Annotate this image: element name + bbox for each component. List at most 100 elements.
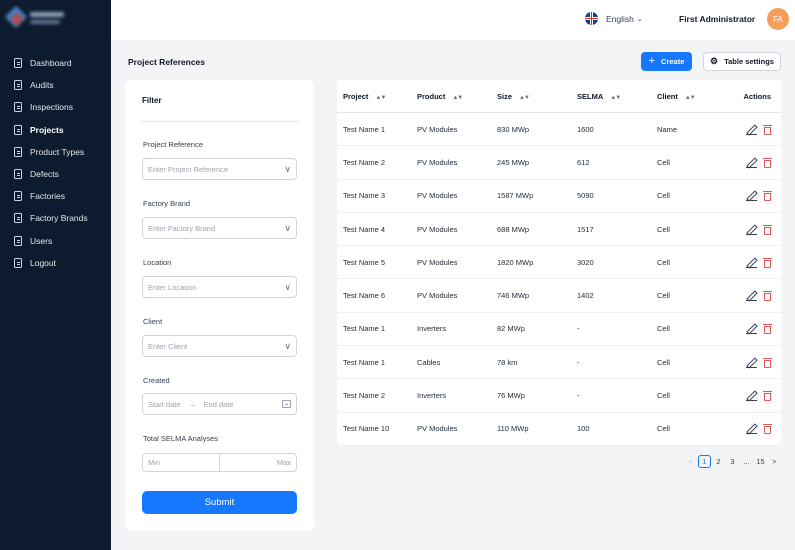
selma-min-input[interactable]: Min xyxy=(143,454,220,471)
table-row[interactable]: Test Name 6 PV Modules 746 MWp 1402 Cell xyxy=(337,279,781,313)
sidebar-item-audits[interactable]: Audits xyxy=(0,74,111,96)
filter-panel: Filter Project Reference Enter Project R… xyxy=(125,80,314,531)
page-button[interactable]: 1 xyxy=(698,455,711,468)
document-icon xyxy=(14,191,22,202)
trash-icon[interactable] xyxy=(763,357,772,368)
next-page-button[interactable]: > xyxy=(768,455,781,468)
selma-max-input[interactable]: Max xyxy=(220,454,296,471)
cell-client: Cell xyxy=(657,391,670,401)
start-date-input[interactable]: Start date xyxy=(148,400,181,409)
sidebar-item-label: Inspections xyxy=(30,102,73,113)
logo xyxy=(4,5,68,32)
column-label: SELMA xyxy=(577,91,604,101)
trash-icon[interactable] xyxy=(763,157,772,168)
table-row[interactable]: Test Name 1 Cables 78 km - Cell xyxy=(337,346,781,380)
table-settings-button[interactable]: ⚙ Table settings xyxy=(703,52,781,71)
table-settings-label: Table settings xyxy=(724,57,774,66)
sidebar-item-projects[interactable]: Projects xyxy=(0,119,111,141)
cell-selma: - xyxy=(577,357,580,367)
cell-client: Cell xyxy=(657,324,670,334)
edit-icon[interactable] xyxy=(746,257,757,268)
location-select[interactable]: Enter Location ∨ xyxy=(142,276,297,298)
avatar[interactable]: FA xyxy=(767,8,789,30)
sidebar-item-logout[interactable]: Logout xyxy=(0,252,111,274)
cell-project: Test Name 1 xyxy=(343,357,386,367)
row-actions xyxy=(737,290,781,302)
create-button[interactable]: + Create xyxy=(641,52,692,71)
trash-icon[interactable] xyxy=(763,190,772,202)
trash-icon[interactable] xyxy=(763,323,772,335)
table-row[interactable]: Test Name 1 Inverters 82 MWp - Cell xyxy=(337,313,781,347)
location-placeholder: Enter Location xyxy=(148,282,197,292)
edit-icon[interactable] xyxy=(746,323,757,335)
sort-icon: ▲▼ xyxy=(684,94,696,101)
sidebar-item-label: Audits xyxy=(30,80,54,91)
edit-icon[interactable] xyxy=(746,190,757,202)
edit-icon[interactable] xyxy=(746,290,757,302)
create-button-label: Create xyxy=(661,57,685,66)
column-header-size[interactable]: Size ▲▼ xyxy=(497,92,577,101)
column-label: Project xyxy=(343,91,369,101)
table-row[interactable]: Test Name 10 PV Modules 110 MWp 100 Cell xyxy=(337,413,781,446)
trash-icon[interactable] xyxy=(763,423,772,435)
cell-project: Test Name 1 xyxy=(343,324,386,334)
column-header-client[interactable]: Client ▲▼ xyxy=(657,92,737,101)
trash-icon[interactable] xyxy=(763,390,772,402)
sidebar-item-label: Users xyxy=(30,235,53,246)
cell-selma: - xyxy=(577,324,580,334)
pagination-ellipsis[interactable]: ... xyxy=(740,455,753,468)
trash-icon[interactable] xyxy=(763,224,772,235)
cell-product: Cables xyxy=(417,357,441,367)
column-header-selma[interactable]: SELMA ▲▼ xyxy=(577,92,657,101)
document-icon xyxy=(14,80,22,91)
table-row[interactable]: Test Name 4 PV Modules 688 MWp 1517 Cell xyxy=(337,213,781,247)
trash-icon[interactable] xyxy=(763,124,772,135)
table-row[interactable]: Test Name 2 PV Modules 245 MWp 612 Cell xyxy=(337,146,781,180)
page-button[interactable]: 15 xyxy=(754,455,767,468)
table-row[interactable]: Test Name 5 PV Modules 1820 MWp 3020 Cell xyxy=(337,246,781,280)
submit-button[interactable]: Submit xyxy=(142,491,297,514)
created-date-range[interactable]: Start date → End date xyxy=(142,393,297,415)
table-row[interactable]: Test Name 2 Inverters 76 MWp - Cell xyxy=(337,379,781,413)
sidebar-item-product-types[interactable]: Product Types xyxy=(0,141,111,163)
trash-icon[interactable] xyxy=(763,257,772,268)
user-name: First Administrator xyxy=(679,14,756,24)
language-selector[interactable]: English ⌄ xyxy=(585,12,643,25)
trash-icon[interactable] xyxy=(763,290,772,302)
cell-project: Test Name 6 xyxy=(343,291,386,301)
row-actions xyxy=(737,323,781,335)
end-date-input[interactable]: End date xyxy=(204,400,234,409)
edit-icon[interactable] xyxy=(746,124,757,135)
edit-icon[interactable] xyxy=(746,157,757,168)
cell-selma: 1517 xyxy=(577,224,594,234)
sidebar-item-factories[interactable]: Factories xyxy=(0,185,111,207)
cell-product: PV Modules xyxy=(417,424,458,434)
page-button[interactable]: 2 xyxy=(712,455,725,468)
edit-icon[interactable] xyxy=(746,423,757,435)
sidebar-item-inspections[interactable]: Inspections xyxy=(0,96,111,118)
client-label: Client xyxy=(143,317,163,326)
column-header-project[interactable]: Project ▲▼ xyxy=(337,92,417,101)
sidebar-item-dashboard[interactable]: Dashboard xyxy=(0,52,111,74)
cell-client: Name xyxy=(657,124,678,134)
arrow-right-icon: → xyxy=(187,399,197,409)
sidebar-item-label: Factory Brands xyxy=(30,213,88,224)
edit-icon[interactable] xyxy=(746,224,757,235)
client-select[interactable]: Enter Client ∨ xyxy=(142,335,297,357)
table-row[interactable]: Test Name 1 PV Modules 830 MWp 1600 Name xyxy=(337,113,781,147)
edit-icon[interactable] xyxy=(746,357,757,368)
column-header-product[interactable]: Product ▲▼ xyxy=(417,92,497,101)
column-label: Client xyxy=(657,91,678,101)
edit-icon[interactable] xyxy=(746,390,757,402)
project-reference-select[interactable]: Enter Project Reference ∨ xyxy=(142,158,297,180)
factory-brand-select[interactable]: Enter Factory Brand ∨ xyxy=(142,217,297,239)
prev-page-button[interactable]: < xyxy=(684,455,697,468)
page-button[interactable]: 3 xyxy=(726,455,739,468)
cell-project: Test Name 10 xyxy=(343,424,390,434)
table-row[interactable]: Test Name 3 PV Modules 1587 MWp 5090 Cell xyxy=(337,180,781,213)
sidebar-item-label: Product Types xyxy=(30,146,85,157)
sidebar-item-users[interactable]: Users xyxy=(0,230,111,252)
sidebar-item-defects[interactable]: Defects xyxy=(0,163,111,185)
sidebar-item-factory-brands[interactable]: Factory Brands xyxy=(0,207,111,229)
cell-selma: 612 xyxy=(577,157,590,167)
